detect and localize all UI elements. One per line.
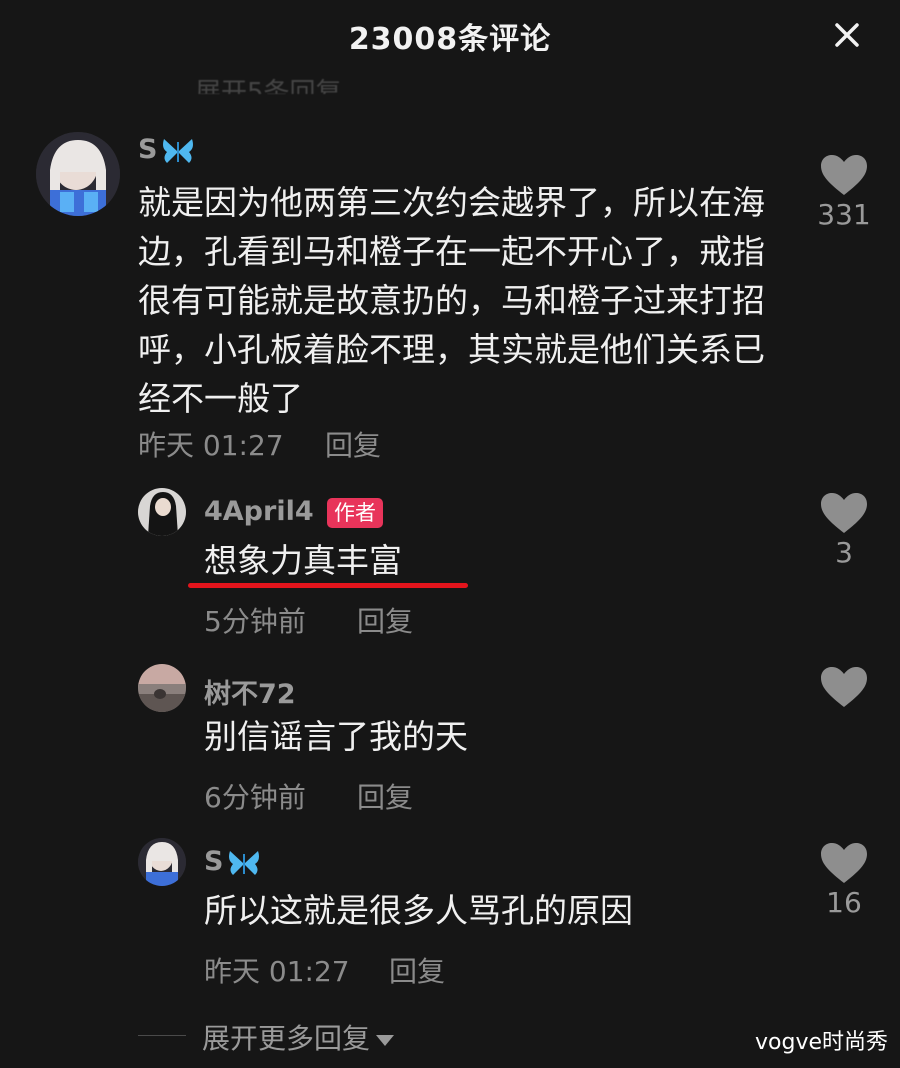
butterfly-icon <box>229 850 260 875</box>
comment-username[interactable]: S <box>138 134 195 166</box>
reply-text: 想象力真丰富 <box>204 541 402 580</box>
reply-button[interactable]: 回复 <box>389 950 445 990</box>
avatar[interactable] <box>36 132 120 216</box>
divider <box>138 1035 186 1036</box>
comment-time: 昨天 01:27 <box>138 429 284 462</box>
reply-button[interactable]: 回复 <box>325 424 381 464</box>
like-button[interactable]: 16 <box>814 842 874 919</box>
expand-more-label[interactable]: 展开更多回复 <box>202 1022 370 1055</box>
like-count: 331 <box>817 198 871 231</box>
reply-username[interactable]: S <box>204 846 261 878</box>
close-icon[interactable] <box>830 18 864 52</box>
like-button[interactable] <box>814 666 874 710</box>
reply-text: 别信谣言了我的天 <box>204 717 468 756</box>
butterfly-icon <box>163 138 194 163</box>
reply-time: 昨天 01:27 <box>204 955 350 988</box>
red-underline-mark <box>188 583 468 588</box>
expand-more-replies-button[interactable]: 展开更多回复 <box>202 1017 395 1057</box>
reply-username[interactable]: 4April4 <box>204 496 314 527</box>
avatar[interactable] <box>138 488 186 536</box>
faded-expand-replies[interactable]: 展开5条回复 <box>195 64 435 94</box>
comment-text: 就是因为他两第三次约会越界了，所以在海边，孔看到马和橙子在一起不开心了，戒指很有… <box>138 183 765 418</box>
reply-text: 所以这就是很多人骂孔的原因 <box>204 891 633 930</box>
reply-username[interactable]: 树不72 <box>204 672 296 711</box>
chevron-down-icon[interactable] <box>376 1034 395 1046</box>
close-button[interactable] <box>830 18 864 52</box>
reply-button[interactable]: 回复 <box>357 600 413 640</box>
reply-button[interactable]: 回复 <box>357 776 413 816</box>
reply-time: 5分钟前 <box>204 605 306 638</box>
like-count: 3 <box>835 536 853 569</box>
heart-icon[interactable] <box>820 492 868 534</box>
author-badge: 作者 <box>327 498 383 528</box>
heart-icon[interactable] <box>820 666 868 708</box>
heart-icon[interactable] <box>820 842 868 884</box>
watermark: vogve时尚秀 <box>755 1030 888 1055</box>
username-text[interactable]: S <box>138 134 157 165</box>
page-title: 23008条评论 <box>348 22 552 57</box>
heart-icon[interactable] <box>820 154 868 196</box>
avatar[interactable] <box>138 838 186 886</box>
reply-time: 6分钟前 <box>204 781 306 814</box>
like-button[interactable]: 3 <box>814 492 874 569</box>
like-count: 16 <box>826 886 862 919</box>
like-button[interactable]: 331 <box>814 154 874 231</box>
username-text[interactable]: S <box>204 846 223 877</box>
avatar[interactable] <box>138 664 186 712</box>
